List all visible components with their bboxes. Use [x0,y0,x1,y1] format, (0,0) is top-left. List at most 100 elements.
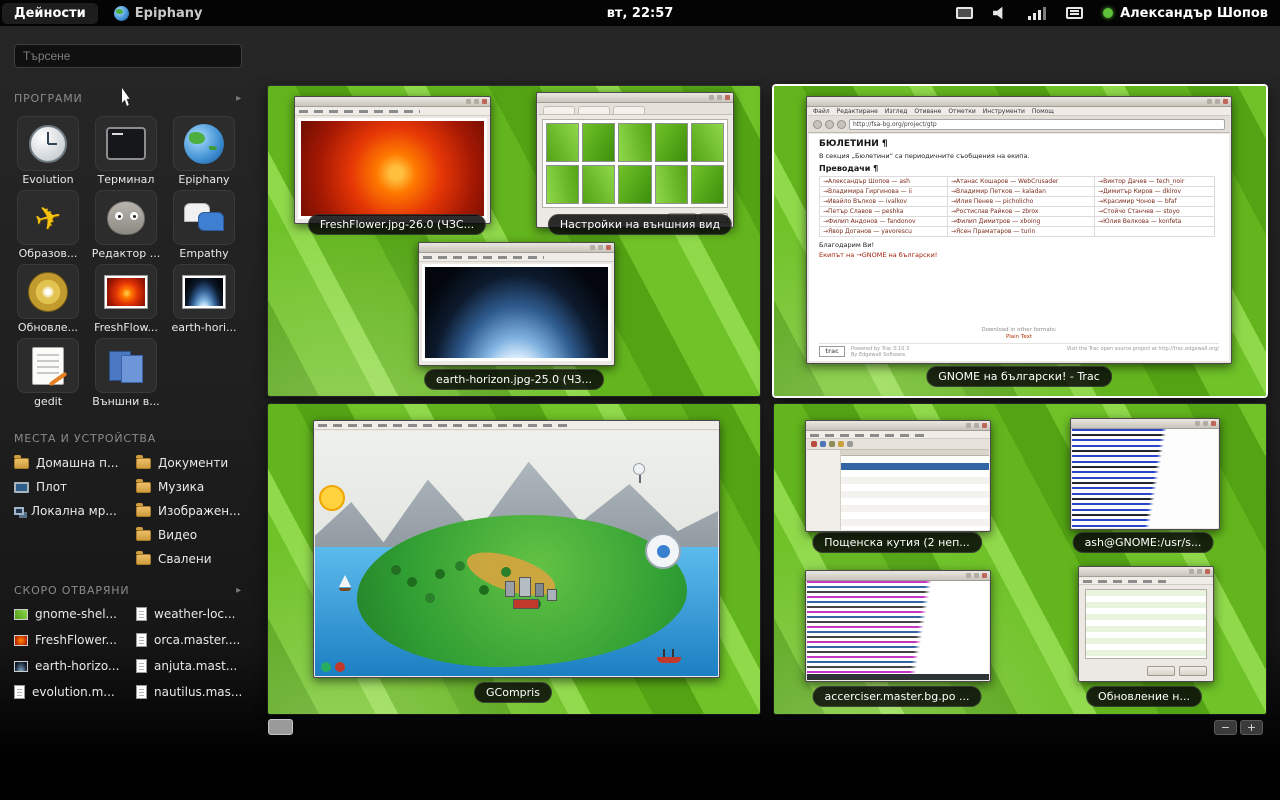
programs-expand-arrow-icon[interactable]: ▸ [236,93,242,104]
menu-item[interactable]: Отиване [914,108,941,115]
place-home[interactable]: Домашна п... [14,455,132,471]
place-videos[interactable]: Видео [136,527,254,543]
workspace-4[interactable]: Пощенска кутия (2 неп... ash@GNOME:/usr/… [774,404,1266,714]
app-item-external-drives[interactable]: Външни в... [88,338,164,408]
window-appearance-settings[interactable] [536,92,734,228]
wallpaper-thumb[interactable] [618,165,651,204]
section-places: МЕСТА И УСТРОЙСТВА [14,432,242,445]
wallpaper-thumb[interactable] [655,165,688,204]
window-gimp-freshflower[interactable] [294,96,491,224]
window-evolution-mail[interactable] [805,420,991,532]
app-item-epiphany[interactable]: Epiphany [166,116,242,186]
plain-text-link[interactable]: Plain Text [819,334,1219,340]
wallpaper-thumb[interactable] [546,165,579,204]
app-item-earth-horizon[interactable]: earth-hori... [166,264,242,334]
wallpaper-thumb[interactable] [655,123,688,162]
app-item-evolution[interactable]: Evolution [10,116,86,186]
workspace-2-active[interactable]: Файл Редактиране Изглед Отиване Отметки … [774,86,1266,396]
user-menu[interactable]: Александър Шопов [1103,6,1268,21]
volume-icon[interactable] [993,7,1008,20]
toolbar-icon[interactable] [829,441,835,447]
search-input[interactable] [14,44,242,68]
place-desktop[interactable]: Плот [14,479,132,495]
menu-item[interactable]: Файл [813,108,830,115]
wallpaper-thumb[interactable] [582,165,615,204]
clock[interactable]: вт, 22:57 [607,6,674,21]
place-label: Домашна п... [36,456,118,470]
address-bar[interactable]: http://fsa-bg.org/project/gtp [849,119,1225,130]
place-downloads[interactable]: Свалени [136,551,254,567]
reload-icon[interactable] [837,120,846,129]
window-gcompris[interactable] [313,420,720,678]
app-menu[interactable]: Epiphany [114,6,203,21]
recent-item[interactable]: earth-horizo... [14,658,132,674]
wallpaper-thumb[interactable] [582,123,615,162]
recent-item[interactable]: FreshFlower... [14,632,132,648]
recent-expand-arrow-icon[interactable]: ▸ [236,585,242,596]
window-vim-editor[interactable] [805,570,991,682]
workspace-1[interactable]: FreshFlower.jpg-26.0 (ЧЗС... Настройки н… [268,86,760,396]
app-item-gcompris[interactable]: ✈ Образов... [10,190,86,260]
wallpaper-thumb[interactable] [546,123,579,162]
window-epiphany-trac[interactable]: Файл Редактиране Изглед Отиване Отметки … [806,96,1232,364]
menu-item[interactable]: Редактиране [837,108,878,115]
zoom-in-button[interactable]: + [1240,720,1263,735]
folder-pane [807,450,841,530]
zoom-out-button[interactable]: − [1214,720,1237,735]
app-item-empathy[interactable]: Empathy [166,190,242,260]
back-icon[interactable] [813,120,822,129]
app-item-gimp[interactable]: Редактор ... [88,190,164,260]
dialog-button[interactable] [1147,666,1175,676]
forward-icon[interactable] [825,120,834,129]
place-music[interactable]: Музика [136,479,254,495]
window-titlebar [537,93,733,103]
gcompris-controls[interactable] [321,662,331,672]
app-item-gedit[interactable]: gedit [10,338,86,408]
wallpaper-thumb[interactable] [618,123,651,162]
window-titlebar [1079,567,1213,577]
recent-item[interactable]: anjuta.mast... [136,658,254,674]
level-badge[interactable] [645,533,681,569]
recent-item[interactable]: nautilus.mas... [136,684,254,700]
menu-item[interactable]: Изглед [885,108,908,115]
app-item-update[interactable]: Обновле... [10,264,86,334]
recent-item[interactable]: orca.master.... [136,632,254,648]
workspace-indicator[interactable] [268,719,293,735]
toolbar-icon[interactable] [838,441,844,447]
place-label: Плот [36,480,67,494]
activities-button[interactable]: Дейности [2,3,98,24]
wallpaper-thumb[interactable] [691,165,724,204]
recent-item[interactable]: weather-loc... [136,606,254,622]
recent-item[interactable]: gnome-shel... [14,606,132,622]
toolbar-icon[interactable] [847,441,853,447]
window-terminal[interactable] [1070,418,1220,530]
translator-cell: →Юлия Велкова — konfeta [1095,217,1215,227]
place-documents[interactable]: Документи [136,455,254,471]
wallpaper-thumb[interactable] [691,123,724,162]
place-pictures[interactable]: Изображен... [136,503,254,519]
keyboard-icon[interactable] [1066,7,1083,19]
page-footer: trac Powered by Trac 0.10.3 By Edgewall … [819,343,1219,358]
menu-item[interactable]: Отметки [948,108,975,115]
system-tray: Александър Шопов [956,6,1280,21]
toolbar-icon[interactable] [820,441,826,447]
menu-item[interactable]: Инструменти [983,108,1025,115]
menu-item[interactable]: Помощ [1032,108,1054,115]
window-gimp-earth[interactable] [418,242,615,366]
terminal-output [1072,429,1218,528]
gcompris-plane-icon: ✈ [17,190,79,245]
place-local-network[interactable]: Локална мр... [14,503,132,519]
app-item-freshflower[interactable]: FreshFlow... [88,264,164,334]
browser-toolbar: http://fsa-bg.org/project/gtp [808,116,1230,133]
recent-item[interactable]: evolution.m... [14,684,132,700]
toolbar-icon[interactable] [811,441,817,447]
app-item-terminal[interactable]: Терминал [88,116,164,186]
network-signal-icon[interactable] [1028,7,1046,20]
places-column-left: Домашна п... Плот Локална мр... [14,455,132,519]
workspace-3[interactable]: GCompris [268,404,760,714]
translator-cell: →Владимира Гиргинова — ii [820,187,948,197]
display-icon[interactable] [956,7,973,19]
app-label: earth-hori... [166,321,242,334]
window-system-update[interactable] [1078,566,1214,682]
dialog-button[interactable] [1179,666,1207,676]
